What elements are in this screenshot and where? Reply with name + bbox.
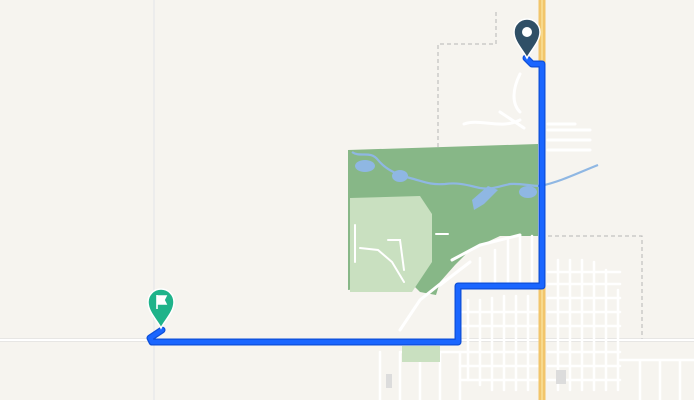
pond [355, 160, 375, 172]
map-canvas[interactable] [0, 0, 694, 400]
town-park [402, 346, 440, 362]
map-view[interactable] [0, 0, 694, 400]
pond [519, 186, 537, 198]
building [386, 374, 392, 388]
building [556, 370, 566, 384]
pond [392, 170, 408, 182]
golf-course [350, 196, 432, 292]
